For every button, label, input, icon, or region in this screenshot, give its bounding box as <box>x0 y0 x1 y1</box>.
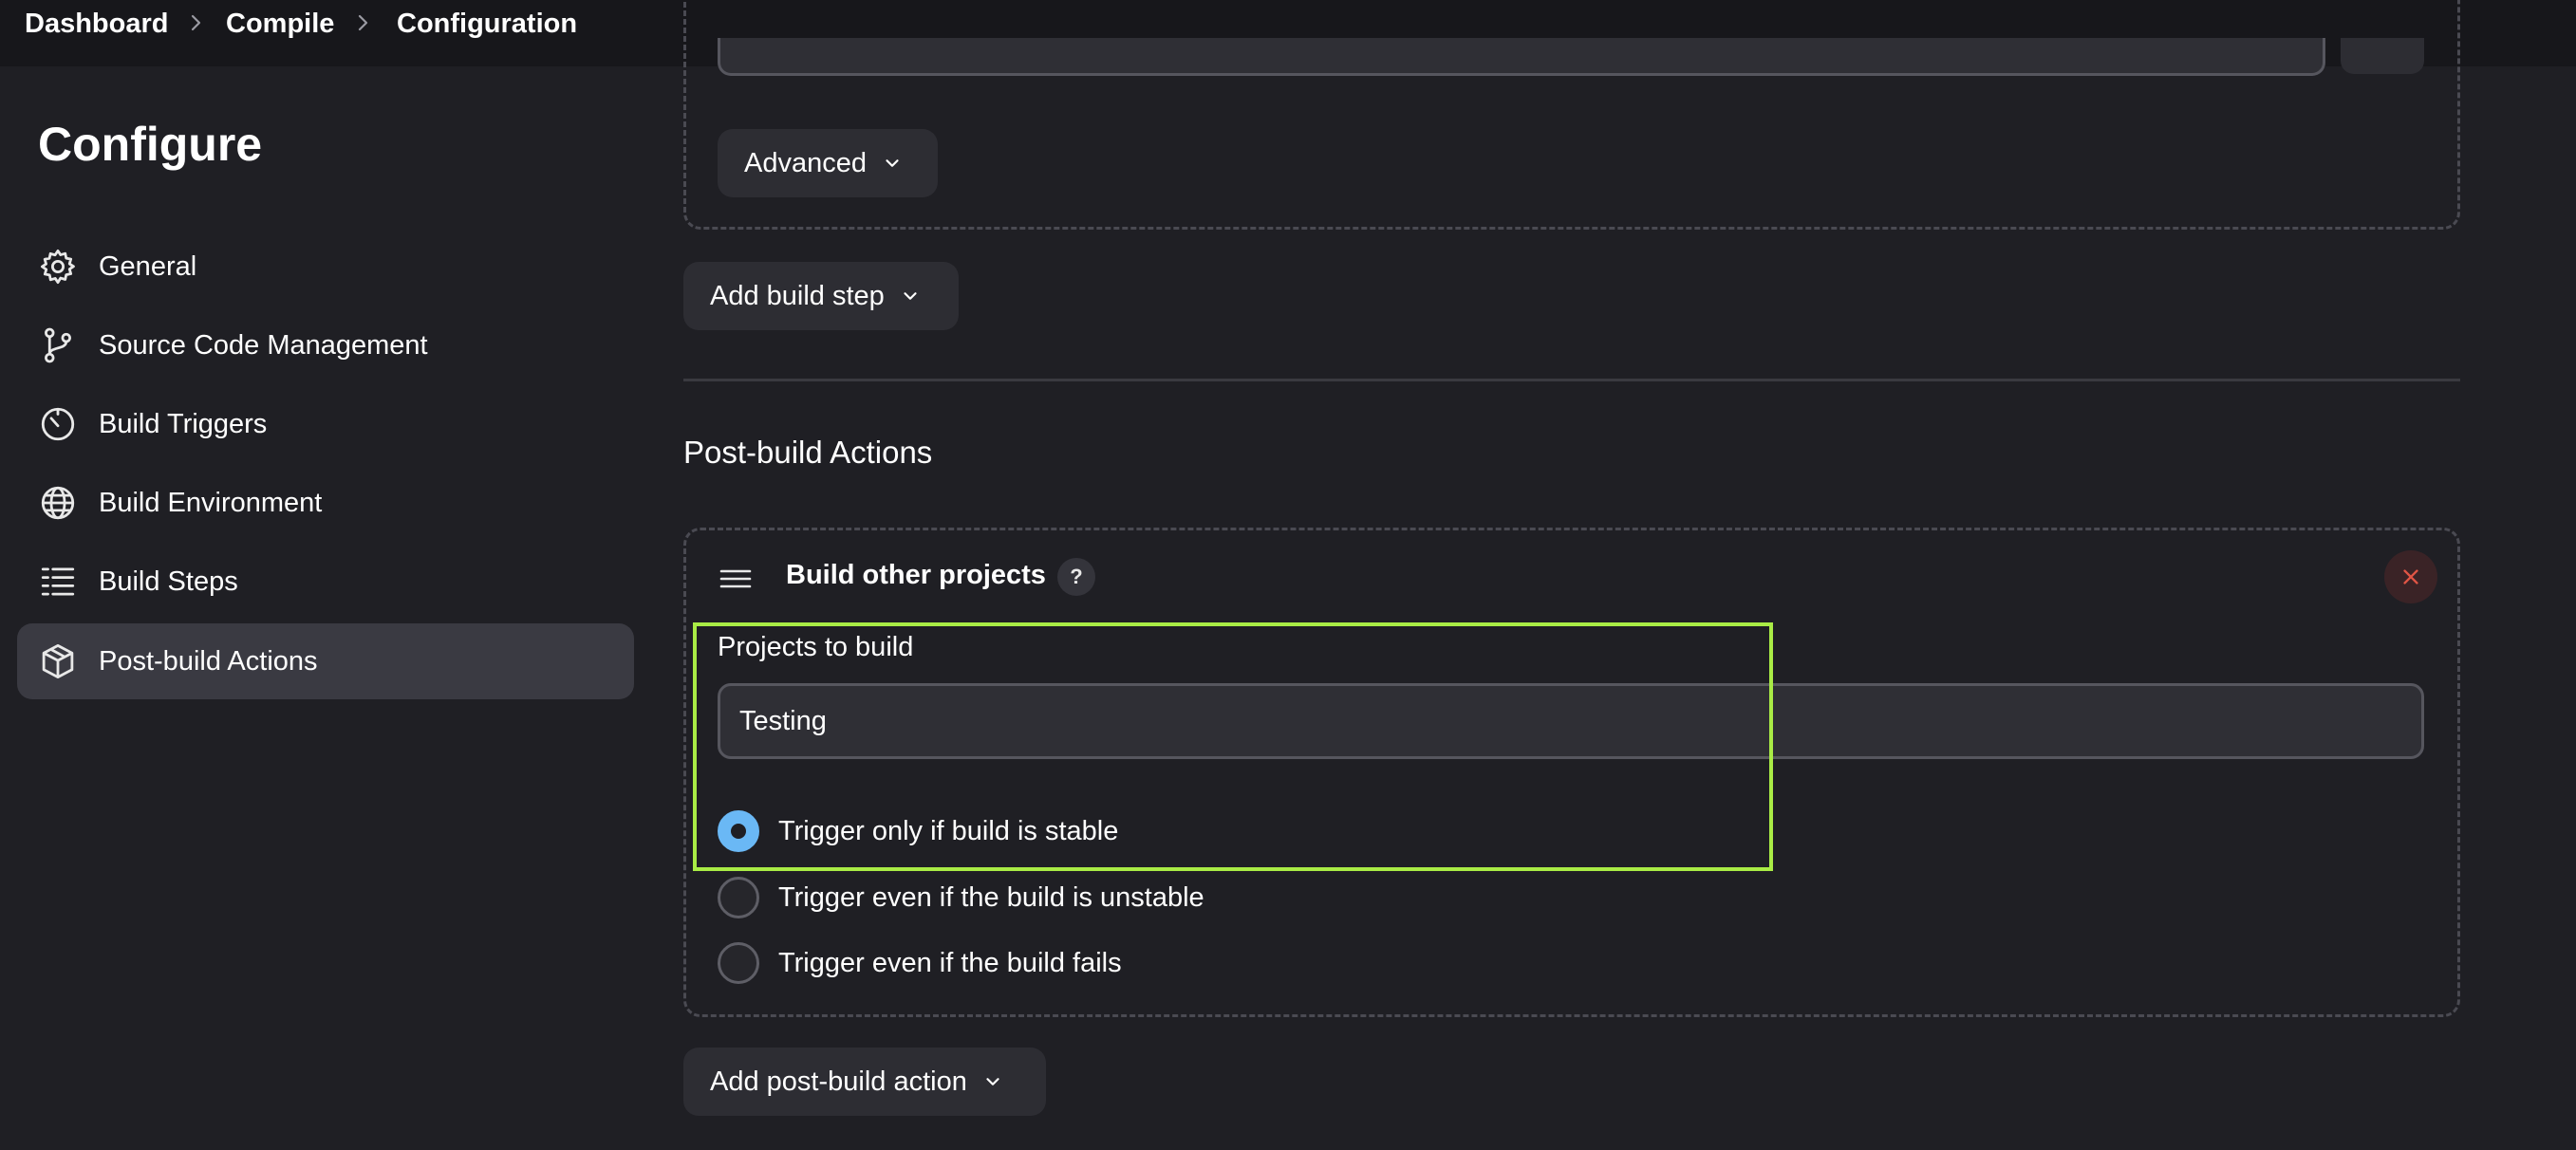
chevron-down-icon <box>886 159 899 167</box>
add-build-step-label: Add build step <box>710 280 885 311</box>
breadcrumb-compile[interactable]: Compile <box>226 8 334 40</box>
sidebar-item-label: Source Code Management <box>99 329 428 361</box>
chevron-down-icon <box>904 292 917 300</box>
sidebar-item-label: Build Steps <box>99 566 238 597</box>
build-step-input[interactable] <box>718 38 2325 76</box>
sidebar-item-label: Build Triggers <box>99 408 268 439</box>
help-icon[interactable]: ? <box>1057 558 1095 596</box>
sidebar-item-label: Post-build Actions <box>99 645 318 677</box>
sidebar-item-label: Build Environment <box>99 487 323 518</box>
build-step-box <box>683 0 2460 230</box>
post-build-section-title: Post-build Actions <box>683 435 933 470</box>
page-title: Configure <box>38 118 263 171</box>
timer-icon <box>41 407 75 441</box>
gear-icon <box>40 249 75 285</box>
radio-button[interactable] <box>718 942 759 984</box>
add-build-step-button[interactable]: Add build step <box>683 262 959 330</box>
sidebar-item-post-build-actions[interactable]: Post-build Actions <box>17 623 634 699</box>
add-post-build-action-button[interactable]: Add post-build action <box>683 1048 1046 1116</box>
advanced-button-label: Advanced <box>744 147 867 178</box>
build-other-projects-title: Build other projects <box>786 560 1046 590</box>
chevron-down-icon <box>986 1078 999 1085</box>
highlight-annotation <box>693 622 1773 871</box>
chevron-right-icon <box>358 14 368 31</box>
radio-label: Trigger even if the build fails <box>778 947 1122 978</box>
breadcrumb-configuration[interactable]: Configuration <box>397 8 577 40</box>
close-icon <box>2403 569 2418 584</box>
add-post-build-action-label: Add post-build action <box>710 1066 967 1097</box>
sidebar-item-build-environment[interactable]: Build Environment <box>17 465 634 541</box>
package-icon <box>42 643 74 679</box>
radio-button[interactable] <box>718 877 759 918</box>
sidebar-item-general[interactable]: General <box>17 229 634 305</box>
sidebar-item-build-triggers[interactable]: Build Triggers <box>17 386 634 462</box>
drag-handle-icon[interactable] <box>719 567 752 590</box>
radio-trigger-fails[interactable]: Trigger even if the build fails <box>718 942 1122 984</box>
git-branch-icon <box>45 327 72 363</box>
sidebar-item-label: General <box>99 250 197 282</box>
list-icon <box>41 567 75 596</box>
radio-label: Trigger even if the build is unstable <box>778 881 1204 913</box>
build-step-side-button[interactable] <box>2341 38 2424 74</box>
breadcrumb-dashboard[interactable]: Dashboard <box>25 8 168 40</box>
globe-icon <box>41 486 75 520</box>
advanced-button[interactable]: Advanced <box>718 129 938 197</box>
chevron-right-icon <box>191 14 201 31</box>
section-divider <box>683 379 2460 381</box>
radio-trigger-unstable[interactable]: Trigger even if the build is unstable <box>718 877 1204 918</box>
sidebar-item-source-code-management[interactable]: Source Code Management <box>17 307 634 383</box>
sidebar-item-build-steps[interactable]: Build Steps <box>17 544 634 620</box>
delete-step-button[interactable] <box>2384 550 2437 603</box>
